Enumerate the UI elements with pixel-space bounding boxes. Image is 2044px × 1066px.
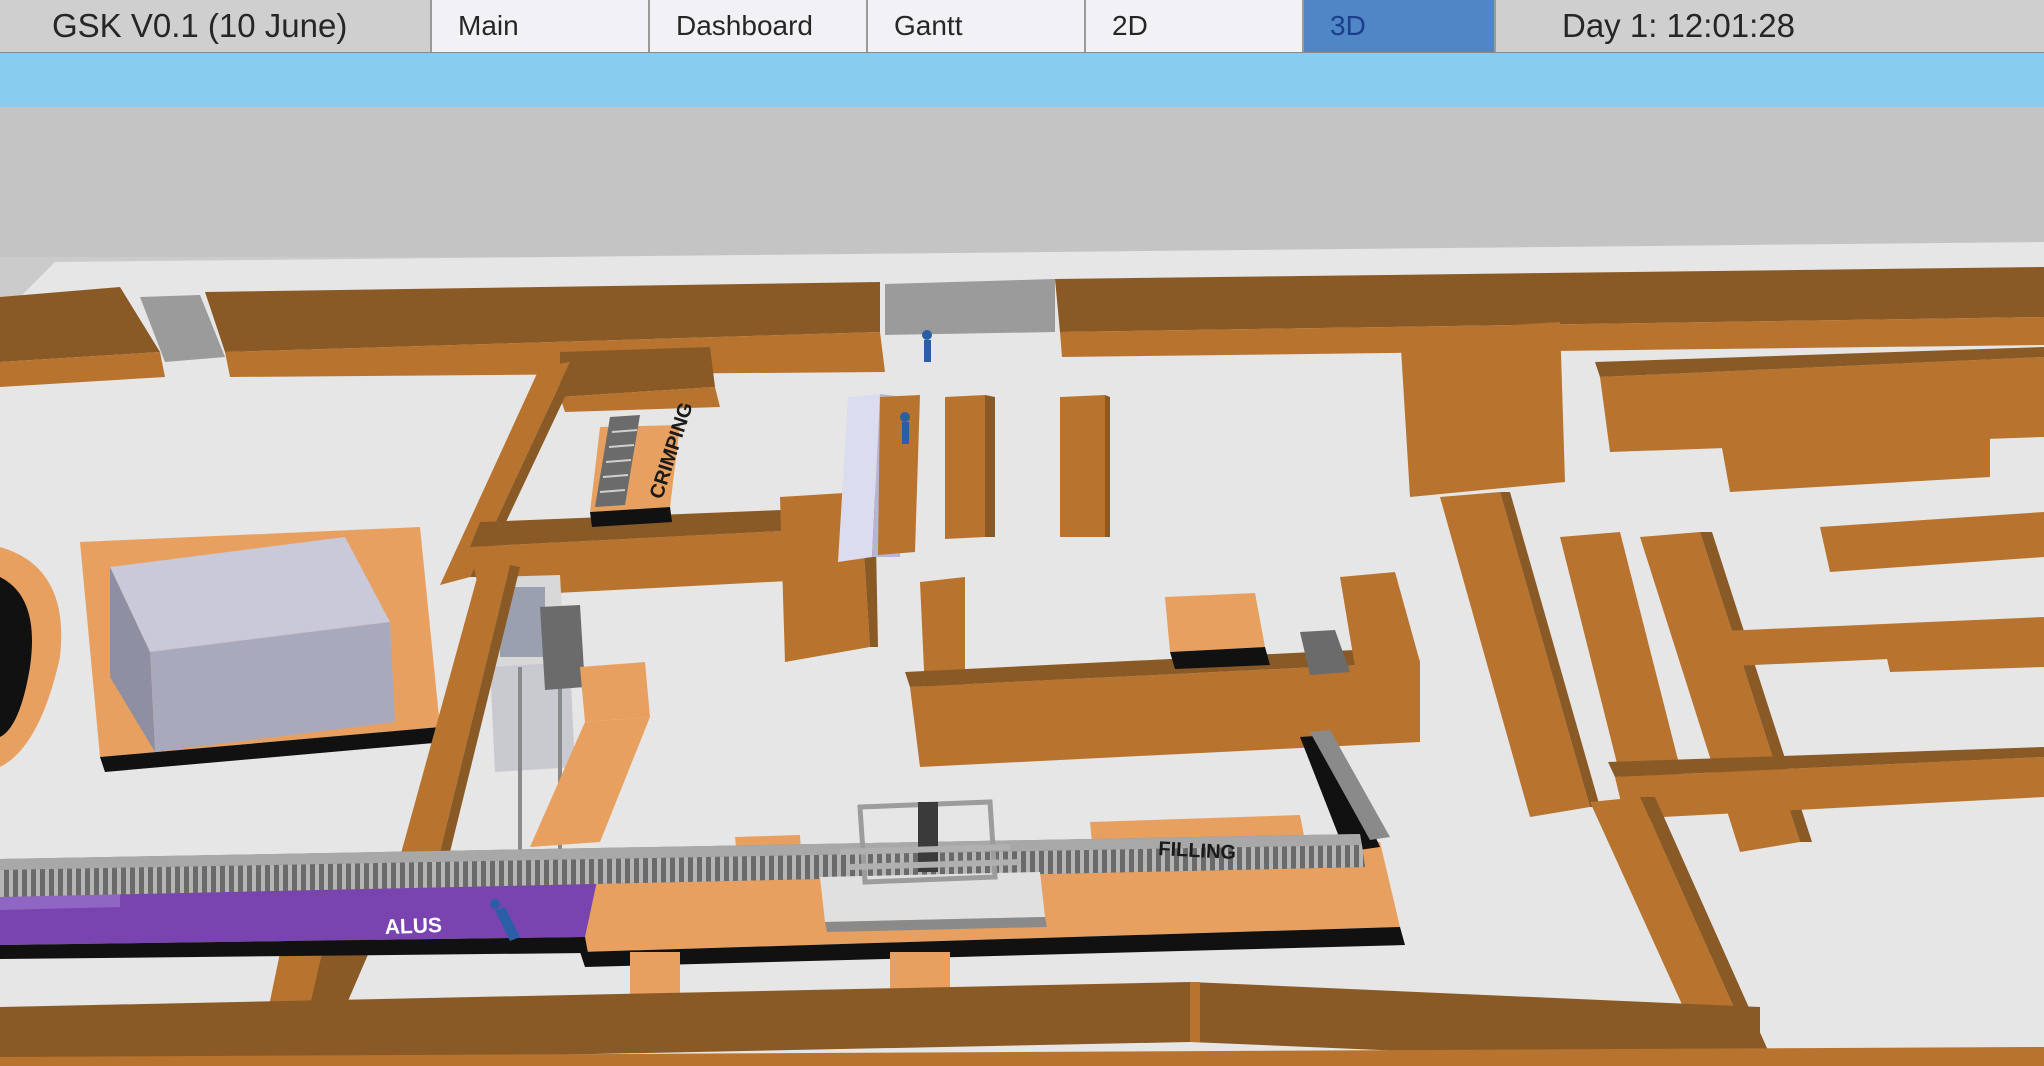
tab-gantt[interactable]: Gantt	[868, 0, 1086, 52]
tab-dashboard[interactable]: Dashboard	[650, 0, 868, 52]
tab-2d[interactable]: 2D	[1086, 0, 1304, 52]
tab-3d[interactable]: 3D	[1304, 0, 1496, 52]
simulation-clock: Day 1: 12:01:28	[1496, 0, 2044, 52]
app-title: GSK V0.1 (10 June)	[0, 0, 432, 52]
far-background	[0, 107, 2044, 257]
status-bar	[0, 53, 2044, 108]
alus-label: ALUS	[384, 914, 442, 939]
storage-tank	[110, 537, 395, 752]
3d-viewport[interactable]: CRIMPING ALUS FILLING	[0, 107, 2044, 1066]
top-toolbar: GSK V0.1 (10 June) Main Dashboard Gantt …	[0, 0, 2044, 53]
simulation-window: GSK V0.1 (10 June) Main Dashboard Gantt …	[0, 0, 2044, 1066]
tab-main[interactable]: Main	[432, 0, 650, 52]
factory-3d-scene[interactable]: CRIMPING ALUS FILLING	[0, 107, 2044, 1066]
filling-label: FILLING	[1158, 838, 1237, 864]
